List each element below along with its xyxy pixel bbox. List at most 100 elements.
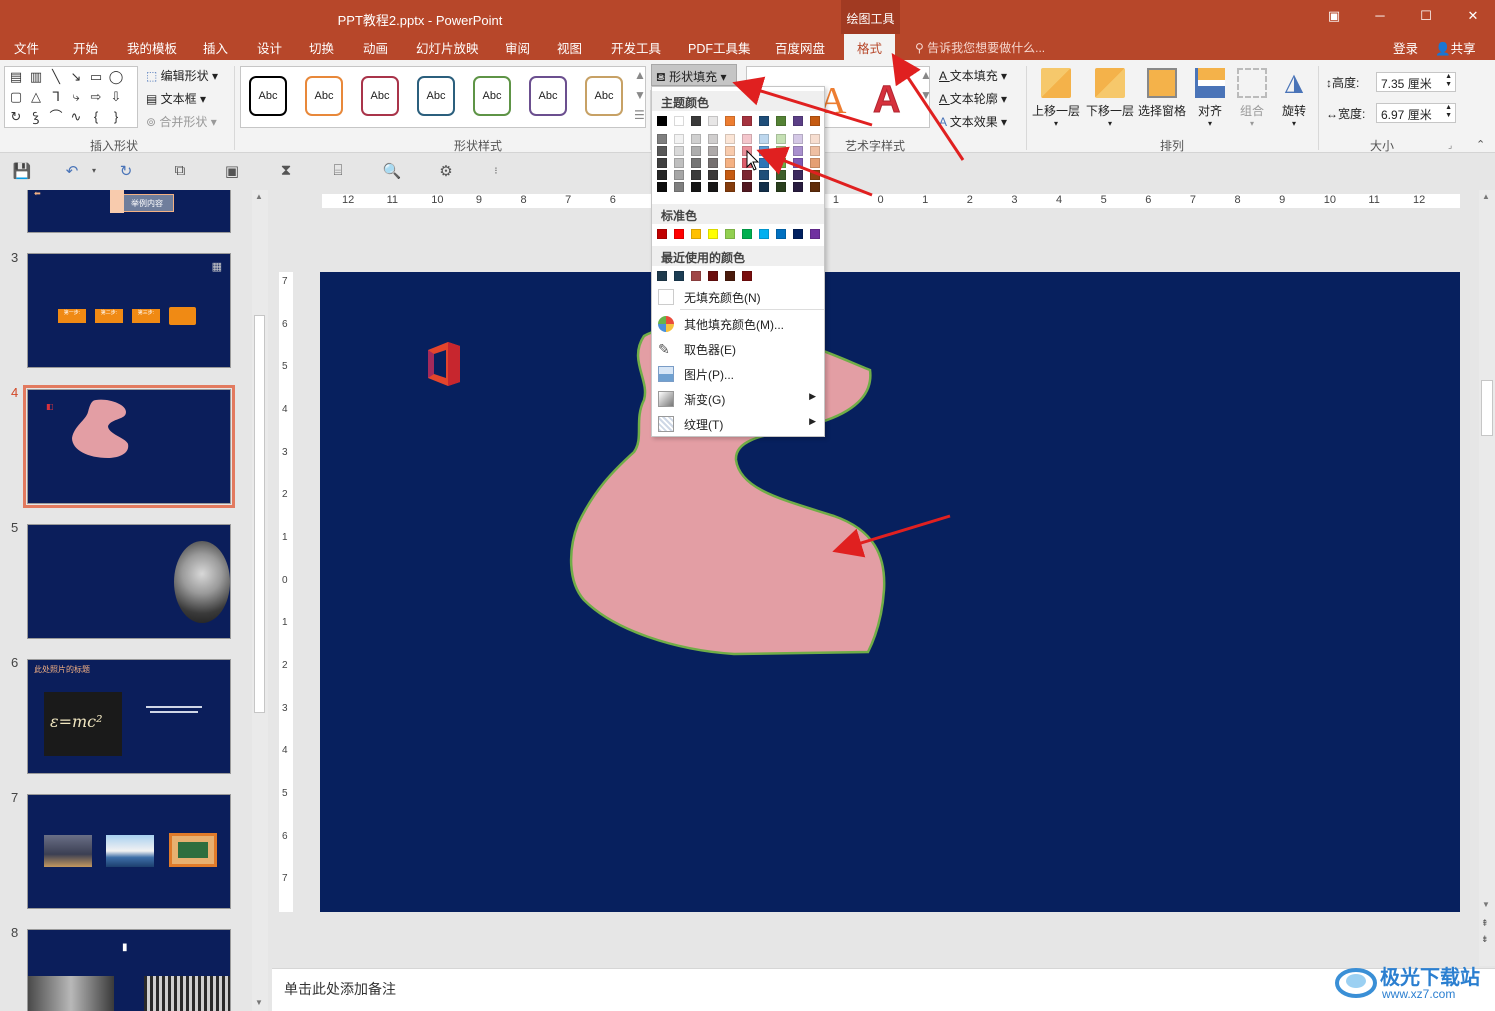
tab-home[interactable]: 开始 (73, 38, 98, 57)
undo-icon[interactable]: ↶ (62, 162, 82, 180)
theme-shade-swatch[interactable] (674, 182, 684, 192)
oval-shape-icon[interactable]: ◯ (107, 68, 125, 86)
tab-file[interactable]: 文件 (14, 38, 39, 57)
rotate-button[interactable]: ◮ 旋转 ▾ (1272, 66, 1316, 128)
recent-color-swatch[interactable] (708, 271, 718, 281)
scroll-up-icon[interactable]: ▲ (1482, 192, 1490, 201)
vertical-textbox-shape-icon[interactable]: ▥ (27, 68, 45, 86)
redo-icon[interactable]: ↻ (116, 162, 136, 180)
theme-shade-swatch[interactable] (708, 146, 718, 156)
theme-color-swatch[interactable] (657, 116, 667, 126)
theme-shade-swatch[interactable] (674, 170, 684, 180)
theme-shade-swatch[interactable] (657, 158, 667, 168)
theme-color-swatch[interactable] (742, 116, 752, 126)
slide-thumbnail-8[interactable]: ▮ (27, 929, 231, 1011)
new-slide-icon[interactable]: ⧉ (170, 162, 190, 180)
theme-shade-swatch[interactable] (742, 134, 752, 144)
theme-shade-swatch[interactable] (725, 158, 735, 168)
slide-thumbnail-2[interactable]: ⬅ 举例内容 (27, 190, 231, 233)
freeform-shape-icon[interactable]: ↻ (7, 108, 25, 126)
slide-thumbnail-6[interactable]: 此处照片的标题 ε=mc² (27, 659, 231, 774)
recent-color-swatch[interactable] (742, 271, 752, 281)
shape-style-swatch[interactable]: Abc (417, 76, 455, 116)
print-preview-icon[interactable]: 🔍 (382, 162, 402, 180)
editor-scrollbar[interactable]: ▲ ▼ ⇞ ⇟ (1479, 190, 1495, 966)
wordart-red-a[interactable]: A (872, 79, 900, 122)
next-slide-icon[interactable]: ⇟ (1481, 934, 1489, 945)
theme-shade-swatch[interactable] (776, 134, 786, 144)
shape-style-swatch[interactable]: Abc (305, 76, 343, 116)
down-arrow-shape-icon[interactable]: ⇩ (107, 88, 125, 106)
theme-shade-swatch[interactable] (759, 182, 769, 192)
scroll-down-icon[interactable]: ▼ (1482, 900, 1490, 909)
scribble-shape-icon[interactable]: ꝣ (27, 108, 45, 126)
theme-shade-swatch[interactable] (725, 170, 735, 180)
tab-animations[interactable]: 动画 (363, 38, 388, 57)
share-button[interactable]: 👤共享 (1435, 38, 1476, 57)
text-fill-button[interactable]: A 文本填充 ▾ (939, 67, 1007, 84)
standard-color-swatch[interactable] (742, 229, 752, 239)
theme-shade-swatch[interactable] (759, 170, 769, 180)
wordart-scroll-down[interactable]: ▼ (920, 88, 932, 102)
standard-color-swatch[interactable] (793, 229, 803, 239)
theme-shade-swatch[interactable] (691, 146, 701, 156)
wordart-scroll-up[interactable]: ▲ (920, 68, 932, 82)
right-arrow-shape-icon[interactable]: ⇨ (87, 88, 105, 106)
theme-shade-swatch[interactable] (793, 158, 803, 168)
shape-style-swatch[interactable]: Abc (529, 76, 567, 116)
standard-color-swatch[interactable] (810, 229, 820, 239)
gradient-fill-item[interactable]: 渐变(G) ▶ (652, 387, 824, 411)
recent-color-swatch[interactable] (725, 271, 735, 281)
arc-shape-icon[interactable]: ⌒ (47, 108, 65, 126)
theme-shade-swatch[interactable] (759, 134, 769, 144)
theme-shade-swatch[interactable] (691, 158, 701, 168)
thumbnail-scroll-thumb[interactable] (254, 315, 265, 713)
tab-format[interactable]: 格式 (844, 34, 896, 60)
editor-scroll-thumb[interactable] (1481, 380, 1493, 436)
theme-color-swatch[interactable] (708, 116, 718, 126)
theme-shade-swatch[interactable] (810, 170, 820, 180)
theme-shade-swatch[interactable] (691, 134, 701, 144)
standard-color-swatch[interactable] (691, 229, 701, 239)
theme-shade-swatch[interactable] (674, 146, 684, 156)
previous-slide-icon[interactable]: ⇞ (1481, 918, 1489, 929)
theme-shade-swatch[interactable] (674, 134, 684, 144)
edit-shape-button[interactable]: ⬚ 编辑形状 ▾ (146, 67, 218, 84)
present-current-icon[interactable]: ⌸ (328, 162, 348, 180)
slide-thumbnail-7[interactable] (27, 794, 231, 909)
undo-dropdown-icon[interactable]: ▾ (84, 166, 104, 184)
tab-slideshow[interactable]: 幻灯片放映 (416, 38, 479, 57)
tab-transitions[interactable]: 切换 (309, 38, 334, 57)
theme-shade-swatch[interactable] (657, 170, 667, 180)
theme-color-swatch[interactable] (725, 116, 735, 126)
maximize-button[interactable]: ☐ (1415, 6, 1437, 26)
theme-shade-swatch[interactable] (776, 158, 786, 168)
login-link[interactable]: 登录 (1393, 38, 1418, 57)
theme-shade-swatch[interactable] (810, 146, 820, 156)
theme-color-swatch[interactable] (810, 116, 820, 126)
elbow-arrow-shape-icon[interactable]: ⤷ (67, 88, 85, 106)
close-button[interactable]: ✕ (1462, 6, 1484, 26)
shape-style-swatch[interactable]: Abc (585, 76, 623, 116)
theme-color-swatch[interactable] (793, 116, 803, 126)
rounded-rect-shape-icon[interactable]: ▢ (7, 88, 25, 106)
standard-color-swatch[interactable] (708, 229, 718, 239)
theme-shade-swatch[interactable] (708, 158, 718, 168)
theme-shade-swatch[interactable] (776, 182, 786, 192)
tab-view[interactable]: 视图 (557, 38, 582, 57)
tell-me-search[interactable]: ⚲ 告诉我您想要做什么... (915, 39, 1045, 56)
slide-thumbnail-5[interactable] (27, 524, 231, 639)
picture-fill-item[interactable]: 图片(P)... (652, 362, 824, 386)
theme-shade-swatch[interactable] (691, 170, 701, 180)
height-input[interactable]: 7.35 厘米 ▲ ▼ (1376, 72, 1456, 92)
publish-icon[interactable]: ⚙ (436, 162, 456, 180)
theme-shade-swatch[interactable] (810, 158, 820, 168)
scroll-up-icon[interactable]: ▲ (255, 192, 263, 201)
theme-shade-swatch[interactable] (708, 134, 718, 144)
customize-qat-icon[interactable]: ⁝ (486, 166, 506, 184)
standard-color-swatch[interactable] (725, 229, 735, 239)
slide-thumbnail-4[interactable]: ◧ (23, 385, 235, 508)
theme-shade-swatch[interactable] (725, 146, 735, 156)
triangle-shape-icon[interactable]: △ (27, 88, 45, 106)
theme-color-swatch[interactable] (776, 116, 786, 126)
